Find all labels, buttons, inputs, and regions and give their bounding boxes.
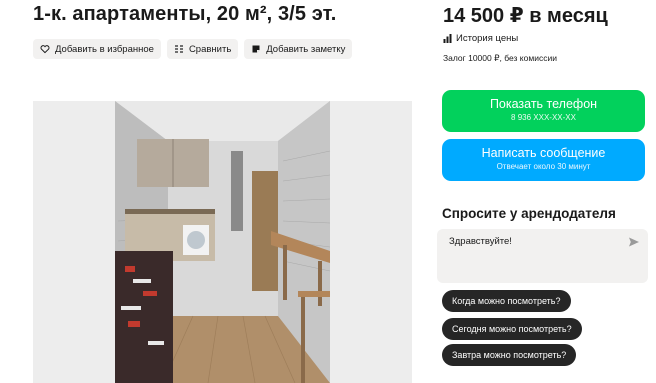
compare-icon <box>174 44 184 54</box>
suggestion-chip[interactable]: Завтра можно посмотреть? <box>442 344 577 366</box>
compare-label: Сравнить <box>188 43 232 55</box>
suggestion-chip[interactable]: Когда можно посмотреть? <box>442 290 571 312</box>
ask-landlord-input[interactable] <box>449 236 619 247</box>
apartment-photo-illustration <box>33 101 412 383</box>
phone-number-masked: 8 936 XXX-XX-XX <box>511 113 576 122</box>
ask-landlord-box <box>437 229 648 283</box>
write-message-button[interactable]: Написать сообщение Отвечает около 30 мин… <box>442 139 645 181</box>
add-note-label: Добавить заметку <box>266 43 346 55</box>
compare-button[interactable]: Сравнить <box>166 39 239 59</box>
price: 14 500 ₽ в месяц <box>443 5 608 27</box>
listing-photo[interactable] <box>33 101 412 383</box>
add-note-button[interactable]: Добавить заметку <box>244 39 353 59</box>
note-icon <box>251 44 261 54</box>
price-history-label: История цены <box>456 33 519 44</box>
send-icon[interactable] <box>628 236 640 248</box>
price-history-link[interactable]: История цены <box>443 33 518 44</box>
ask-landlord-title: Спросите у арендодателя <box>442 206 616 221</box>
listing-actions: Добавить в избранное Сравнить Добавить з… <box>33 39 353 59</box>
chart-icon <box>443 34 452 43</box>
listing-title: 1-к. апартаменты, 20 м², 3/5 эт. <box>33 3 337 25</box>
write-message-label: Написать сообщение <box>481 146 606 160</box>
show-phone-button[interactable]: Показать телефон 8 936 XXX-XX-XX <box>442 90 645 132</box>
heart-icon <box>40 44 50 54</box>
deposit-info: Залог 10000 ₽, без комиссии <box>443 53 557 63</box>
add-to-favorites-button[interactable]: Добавить в избранное <box>33 39 161 59</box>
show-phone-label: Показать телефон <box>489 97 598 111</box>
add-to-favorites-label: Добавить в избранное <box>55 43 154 55</box>
response-time: Отвечает около 30 минут <box>496 162 591 171</box>
suggestion-chip[interactable]: Сегодня можно посмотреть? <box>442 318 582 340</box>
